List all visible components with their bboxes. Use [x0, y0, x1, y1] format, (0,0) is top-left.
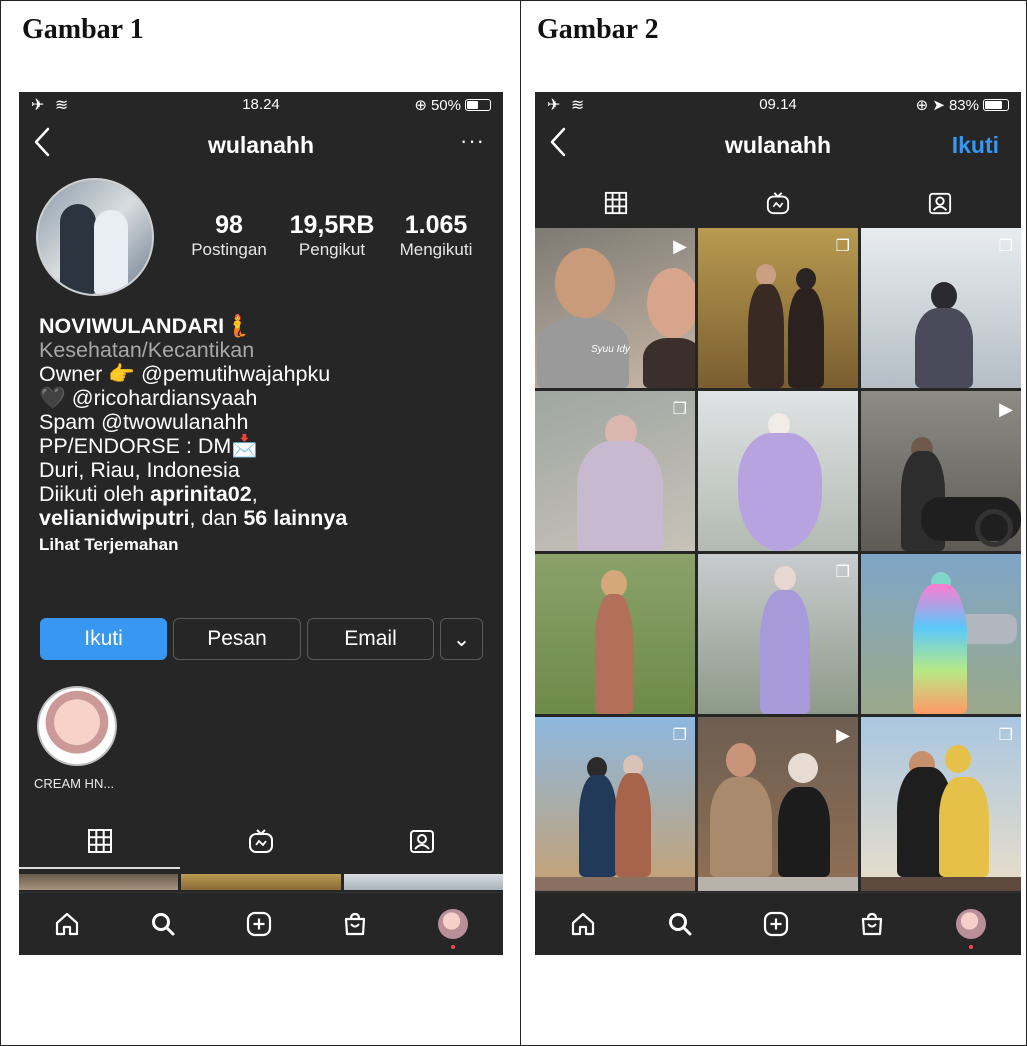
profile-username: wulanahh	[207, 132, 315, 158]
bio-line: Spam @twowulanahh	[39, 410, 249, 434]
post-thumbnail[interactable]	[535, 877, 695, 891]
grid-tab-icon[interactable]	[87, 828, 113, 854]
post-thumbnail[interactable]: ❐	[698, 228, 858, 388]
post-thumbnail[interactable]: ❐	[535, 717, 695, 877]
post-thumbnail[interactable]: ▶	[861, 391, 1021, 551]
tagged-tab-icon[interactable]	[928, 191, 952, 215]
stat-followers[interactable]: 19,5RB Pengikut	[277, 210, 387, 260]
post-grid: Syuu Idy ▶ ❐ ❐ ❐ ▶ ❐ ❐ ▶ ❐	[535, 228, 1021, 877]
post-thumbnail[interactable]: ❐	[861, 228, 1021, 388]
stat-posts[interactable]: 98 Postingan	[181, 210, 277, 260]
tagged-tab-icon[interactable]	[409, 828, 435, 854]
message-button[interactable]: Pesan	[173, 618, 301, 660]
phone-screen-2: ✈ ≋ 09.14 ⊕ ➤ 83% wulanahh Ikuti Syuu Id…	[535, 92, 1021, 955]
profile-header: wulanahh ···	[19, 120, 503, 168]
post-grid-partial-row	[535, 877, 1021, 891]
create-post-icon[interactable]	[763, 911, 789, 937]
profile-avatar[interactable]	[36, 178, 154, 296]
create-post-icon[interactable]	[246, 911, 272, 937]
post-caption-sticker: Syuu Idy	[591, 344, 630, 355]
carousel-icon: ❐	[672, 727, 687, 744]
post-thumbnail[interactable]	[698, 391, 858, 551]
profile-actions: Ikuti Pesan Email ⌄	[40, 618, 483, 660]
post-thumbnail[interactable]: ❐	[535, 391, 695, 551]
follow-link[interactable]: Ikuti	[952, 132, 999, 159]
suggestions-chevron-button[interactable]: ⌄	[440, 618, 483, 660]
igtv-tab-icon[interactable]	[248, 828, 274, 854]
avatar-person	[94, 210, 128, 294]
more-options-icon[interactable]: ···	[460, 128, 485, 154]
reel-icon: ▶	[836, 725, 850, 745]
follow-button[interactable]: Ikuti	[40, 618, 167, 660]
bio-line: Owner 👉 @pemutihwajahpku	[39, 362, 331, 386]
rotation-lock-icon: ⊕ ➤	[915, 97, 945, 114]
caption-left: Gambar 1	[22, 14, 144, 45]
story-highlight-label: CREAM HN...	[34, 776, 115, 791]
status-bar: ✈ ≋ 09.14 ⊕ ➤ 83%	[535, 92, 1021, 118]
profile-bio: NOVIWULANDARI🧜 Kesehatan/Kecantikan Owne…	[39, 314, 489, 557]
battery-icon	[983, 99, 1009, 111]
search-icon[interactable]	[150, 911, 176, 937]
home-icon[interactable]	[54, 911, 80, 937]
reel-icon: ▶	[999, 399, 1013, 419]
profile-display-name: NOVIWULANDARI🧜	[39, 314, 251, 338]
email-button[interactable]: Email	[307, 618, 434, 660]
shop-icon[interactable]	[342, 911, 368, 937]
notification-dot	[968, 945, 973, 949]
battery-icon	[465, 99, 491, 111]
profile-stats: 98 Postingan 19,5RB Pengikut 1.065 Mengi…	[181, 210, 485, 260]
carousel-icon: ❐	[835, 238, 850, 255]
post-thumbnail[interactable]	[861, 554, 1021, 714]
shop-icon[interactable]	[859, 911, 885, 937]
table-divider	[520, 0, 521, 1046]
see-translation-link[interactable]: Lihat Terjemahan	[39, 533, 489, 557]
bottom-nav	[535, 892, 1021, 955]
carousel-icon: ❐	[835, 564, 850, 581]
carousel-icon: ❐	[672, 401, 687, 418]
post-thumbnail[interactable]	[19, 874, 179, 890]
status-bar: ✈ ≋ 18.24 ⊕ 50%	[19, 92, 503, 118]
carousel-icon: ❐	[998, 238, 1013, 255]
post-thumbnail[interactable]: ❐	[861, 717, 1021, 877]
battery-percent: 50%	[430, 96, 461, 114]
bio-line: PP/ENDORSE : DM📩	[39, 434, 259, 458]
home-icon[interactable]	[570, 911, 596, 937]
active-tab-indicator	[19, 867, 180, 869]
post-thumbnail[interactable]	[343, 874, 503, 890]
post-thumbnail[interactable]: ❐	[698, 554, 858, 714]
profile-tabs	[19, 820, 503, 862]
rotation-lock-icon: ⊕	[414, 97, 427, 114]
post-thumbnail[interactable]: ▶	[698, 717, 858, 877]
stat-following[interactable]: 1.065 Mengikuti	[387, 210, 485, 260]
search-icon[interactable]	[667, 911, 693, 937]
post-thumbnail[interactable]	[861, 877, 1021, 891]
post-thumbnail[interactable]	[535, 554, 695, 714]
phone-screen-1: ✈ ≋ 18.24 ⊕ 50% wulanahh ··· 98 Postinga…	[19, 92, 503, 955]
followed-by[interactable]: Diikuti oleh aprinita02,	[39, 482, 489, 506]
profile-tab-avatar[interactable]	[955, 909, 986, 949]
story-highlight[interactable]	[37, 686, 117, 766]
followed-by[interactable]: velianidwiputri, dan 56 lainnya	[39, 506, 489, 530]
avatar-person	[60, 204, 96, 294]
post-thumbnail[interactable]: Syuu Idy ▶	[535, 228, 695, 388]
notification-dot	[451, 945, 455, 949]
grid-tab-icon[interactable]	[604, 191, 628, 215]
profile-category: Kesehatan/Kecantikan	[39, 338, 255, 362]
bio-location: Duri, Riau, Indonesia	[39, 458, 240, 482]
igtv-tab-icon[interactable]	[766, 191, 790, 215]
post-thumbnail[interactable]	[181, 874, 341, 890]
reel-icon: ▶	[673, 236, 687, 256]
post-grid-preview	[19, 874, 503, 890]
profile-tabs	[535, 182, 1021, 224]
profile-header: wulanahh Ikuti	[535, 120, 1021, 168]
battery-percent: 83%	[948, 96, 979, 114]
profile-username: wulanahh	[724, 132, 832, 158]
post-thumbnail[interactable]	[698, 877, 858, 891]
caption-right: Gambar 2	[537, 14, 659, 45]
bio-line: 🖤 @ricohardiansyaah	[39, 386, 258, 410]
profile-tab-avatar[interactable]	[438, 909, 468, 949]
bottom-nav	[19, 892, 503, 955]
carousel-icon: ❐	[998, 727, 1013, 744]
